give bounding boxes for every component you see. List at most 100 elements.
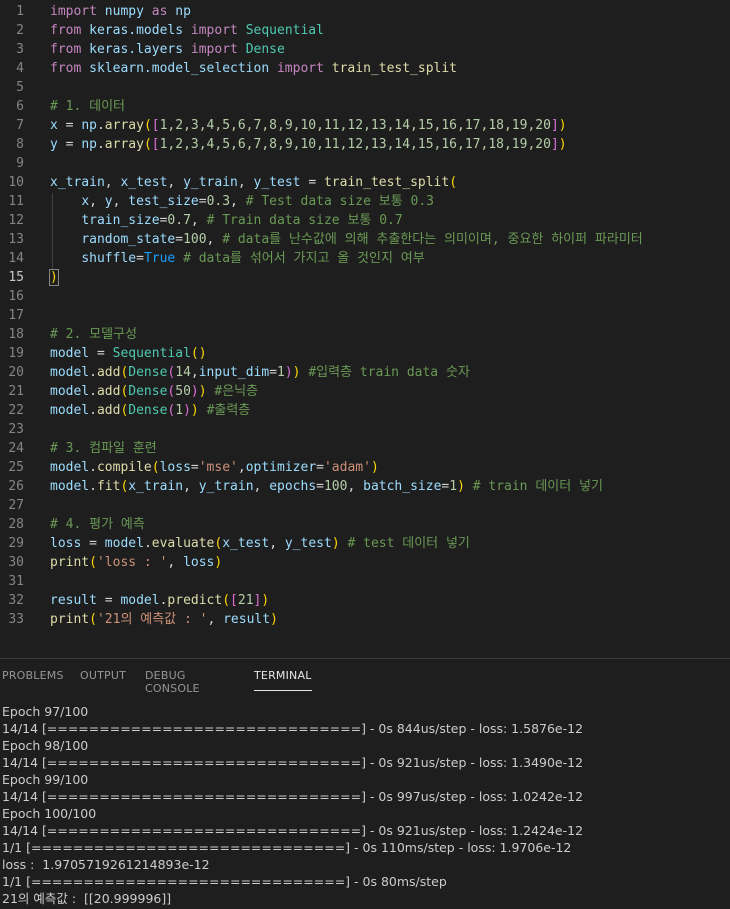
code-token: # 3. 컴파일 훈련 bbox=[50, 441, 157, 456]
code-line[interactable]: 19 model = Sequential() bbox=[0, 344, 730, 363]
code-line[interactable]: 26 model.fit(x_train, y_train, epochs=100… bbox=[0, 477, 730, 496]
code-line[interactable]: 3 from keras.layers import Dense bbox=[0, 40, 730, 59]
line-code: loss = model.evaluate(x_test, y_test) # … bbox=[50, 534, 470, 553]
code-line[interactable]: 24 # 3. 컴파일 훈련 bbox=[0, 439, 730, 458]
code-line[interactable]: 1 import numpy as np bbox=[0, 2, 730, 21]
code-token: # test 데이터 넣기 bbox=[347, 536, 470, 551]
code-line[interactable]: 21 model.add(Dense(50)) #은닉층 bbox=[0, 382, 730, 401]
code-token: , bbox=[206, 232, 223, 247]
code-line[interactable]: 25 model.compile(loss='mse',optimizer='ad… bbox=[0, 458, 730, 477]
tab-terminal[interactable]: TERMINAL bbox=[254, 669, 312, 691]
code-token: ) bbox=[190, 384, 199, 399]
code-token: predict bbox=[167, 593, 223, 608]
code-line[interactable]: 6 # 1. 데이터 bbox=[0, 97, 730, 116]
code-line[interactable]: 7 x = np.array([1,2,3,4,5,6,7,8,9,10,11,1… bbox=[0, 116, 730, 135]
line-number: 2 bbox=[16, 23, 24, 38]
terminal-line: 1/1 [==============================] - 0… bbox=[2, 874, 447, 889]
code-token: result bbox=[50, 593, 97, 608]
code-line[interactable]: 2 from keras.models import Sequential bbox=[0, 21, 730, 40]
line-code: result = model.predict([21]) bbox=[50, 591, 269, 610]
code-token: Dense bbox=[245, 42, 285, 57]
code-token: x_test bbox=[222, 536, 270, 551]
code-token: x_test bbox=[120, 175, 168, 190]
code-line[interactable]: 13 random_state=100, # data를 난수값에 의해 추출한… bbox=[0, 230, 730, 249]
line-code: model.add(Dense(1)) #출력층 bbox=[50, 401, 250, 420]
tab-output[interactable]: OUTPUT bbox=[80, 669, 126, 682]
code-token: print bbox=[50, 555, 90, 570]
tab-debug-console[interactable]: DEBUG CONSOLE bbox=[145, 669, 200, 695]
code-token: 'loss : ' bbox=[96, 555, 168, 570]
code-token: . bbox=[89, 479, 97, 494]
code-line[interactable]: 16 bbox=[0, 287, 730, 306]
line-number: 26 bbox=[8, 479, 24, 494]
terminal-output[interactable]: Epoch 97/100 14/14 [====================… bbox=[2, 703, 583, 907]
code-token: x bbox=[81, 194, 90, 209]
code-line[interactable]: 22 model.add(Dense(1)) #출력층 bbox=[0, 401, 730, 420]
code-line[interactable]: 9 bbox=[0, 154, 730, 173]
line-code: # 3. 컴파일 훈련 bbox=[50, 439, 157, 458]
line-number: 33 bbox=[8, 612, 24, 627]
code-token: #출력층 bbox=[206, 403, 251, 418]
code-token: = bbox=[198, 194, 207, 209]
code-token: #입력층 train data 숫자 bbox=[308, 365, 470, 380]
code-token: 14 bbox=[175, 365, 191, 380]
code-editor[interactable]: 1 import numpy as np 2 from keras.models im… bbox=[0, 0, 730, 658]
code-line[interactable]: 15) bbox=[0, 268, 730, 287]
code-token: 'mse' bbox=[198, 460, 238, 475]
line-code: model.compile(loss='mse',optimizer='adam… bbox=[50, 458, 379, 477]
line-number: 21 bbox=[8, 384, 24, 399]
code-line[interactable]: 29 loss = model.evaluate(x_test, y_test) … bbox=[0, 534, 730, 553]
line-number: 3 bbox=[16, 42, 24, 57]
code-line[interactable]: 20 model.add(Dense(14,input_dim=1)) #입력층 … bbox=[0, 363, 730, 382]
code-line[interactable]: 17 bbox=[0, 306, 730, 325]
code-line[interactable]: 4 from sklearn.model_selection import tra… bbox=[0, 59, 730, 78]
code-token: , bbox=[167, 175, 184, 190]
code-token: ) bbox=[370, 460, 379, 475]
code-token: result bbox=[223, 612, 271, 627]
code-token: = bbox=[269, 365, 278, 380]
code-line[interactable]: 14 shuffle=True # data를 섞어서 가지고 올 것인지 여부 bbox=[0, 249, 730, 268]
code-token: np bbox=[81, 118, 97, 133]
code-line[interactable]: 5 bbox=[0, 78, 730, 97]
line-number: 19 bbox=[8, 346, 24, 361]
code-token: 1,2,3,4,5,6,7,8,9,10,11,12,13,14,15,16,1… bbox=[159, 137, 551, 152]
code-line[interactable]: 18 # 2. 모델구성 bbox=[0, 325, 730, 344]
line-number: 14 bbox=[8, 251, 24, 266]
code-token: optimizer bbox=[245, 460, 317, 475]
line-code: x_train, x_test, y_train, y_test = train… bbox=[50, 173, 457, 192]
code-token: [ bbox=[151, 118, 160, 133]
line-number: 17 bbox=[8, 308, 24, 323]
code-token: sklearn.model_selection bbox=[89, 61, 270, 76]
line-code: y = np.array([1,2,3,4,5,6,7,8,9,10,11,12… bbox=[50, 135, 567, 154]
line-number: 32 bbox=[8, 593, 24, 608]
code-token: ( bbox=[89, 612, 97, 627]
code-line[interactable]: 12 train_size=0.7, # Train data size 보통 … bbox=[0, 211, 730, 230]
code-token: test_size bbox=[128, 194, 199, 209]
code-token: , bbox=[269, 536, 285, 551]
code-token: = bbox=[89, 346, 113, 361]
code-line[interactable]: 33 print('21의 예측값 : ', result) bbox=[0, 610, 730, 629]
line-code: # 4. 평가 예측 bbox=[50, 515, 145, 534]
code-line[interactable]: 10 x_train, x_test, y_train, y_test = tra… bbox=[0, 173, 730, 192]
tab-problems[interactable]: PROBLEMS bbox=[2, 669, 64, 682]
code-token: = bbox=[57, 118, 82, 133]
code-line[interactable]: 8 y = np.array([1,2,3,4,5,6,7,8,9,10,11,1… bbox=[0, 135, 730, 154]
code-token: add bbox=[96, 384, 121, 399]
code-line[interactable]: 31 bbox=[0, 572, 730, 591]
code-line[interactable]: 23 bbox=[0, 420, 730, 439]
code-line[interactable]: 27 bbox=[0, 496, 730, 515]
code-token: , bbox=[183, 479, 199, 494]
code-token: # 1. 데이터 bbox=[50, 99, 126, 114]
code-line[interactable]: 32 result = model.predict([21]) bbox=[0, 591, 730, 610]
code-line[interactable]: 11 x, y, test_size=0.3, # Test data size… bbox=[0, 192, 730, 211]
code-line[interactable]: 30 print('loss : ', loss) bbox=[0, 553, 730, 572]
code-line[interactable]: 28 # 4. 평가 예측 bbox=[0, 515, 730, 534]
code-token: 0.7 bbox=[167, 213, 191, 228]
line-code: # 1. 데이터 bbox=[50, 97, 125, 116]
line-code: x, y, test_size=0.3, # Test data size 보통… bbox=[50, 192, 434, 211]
